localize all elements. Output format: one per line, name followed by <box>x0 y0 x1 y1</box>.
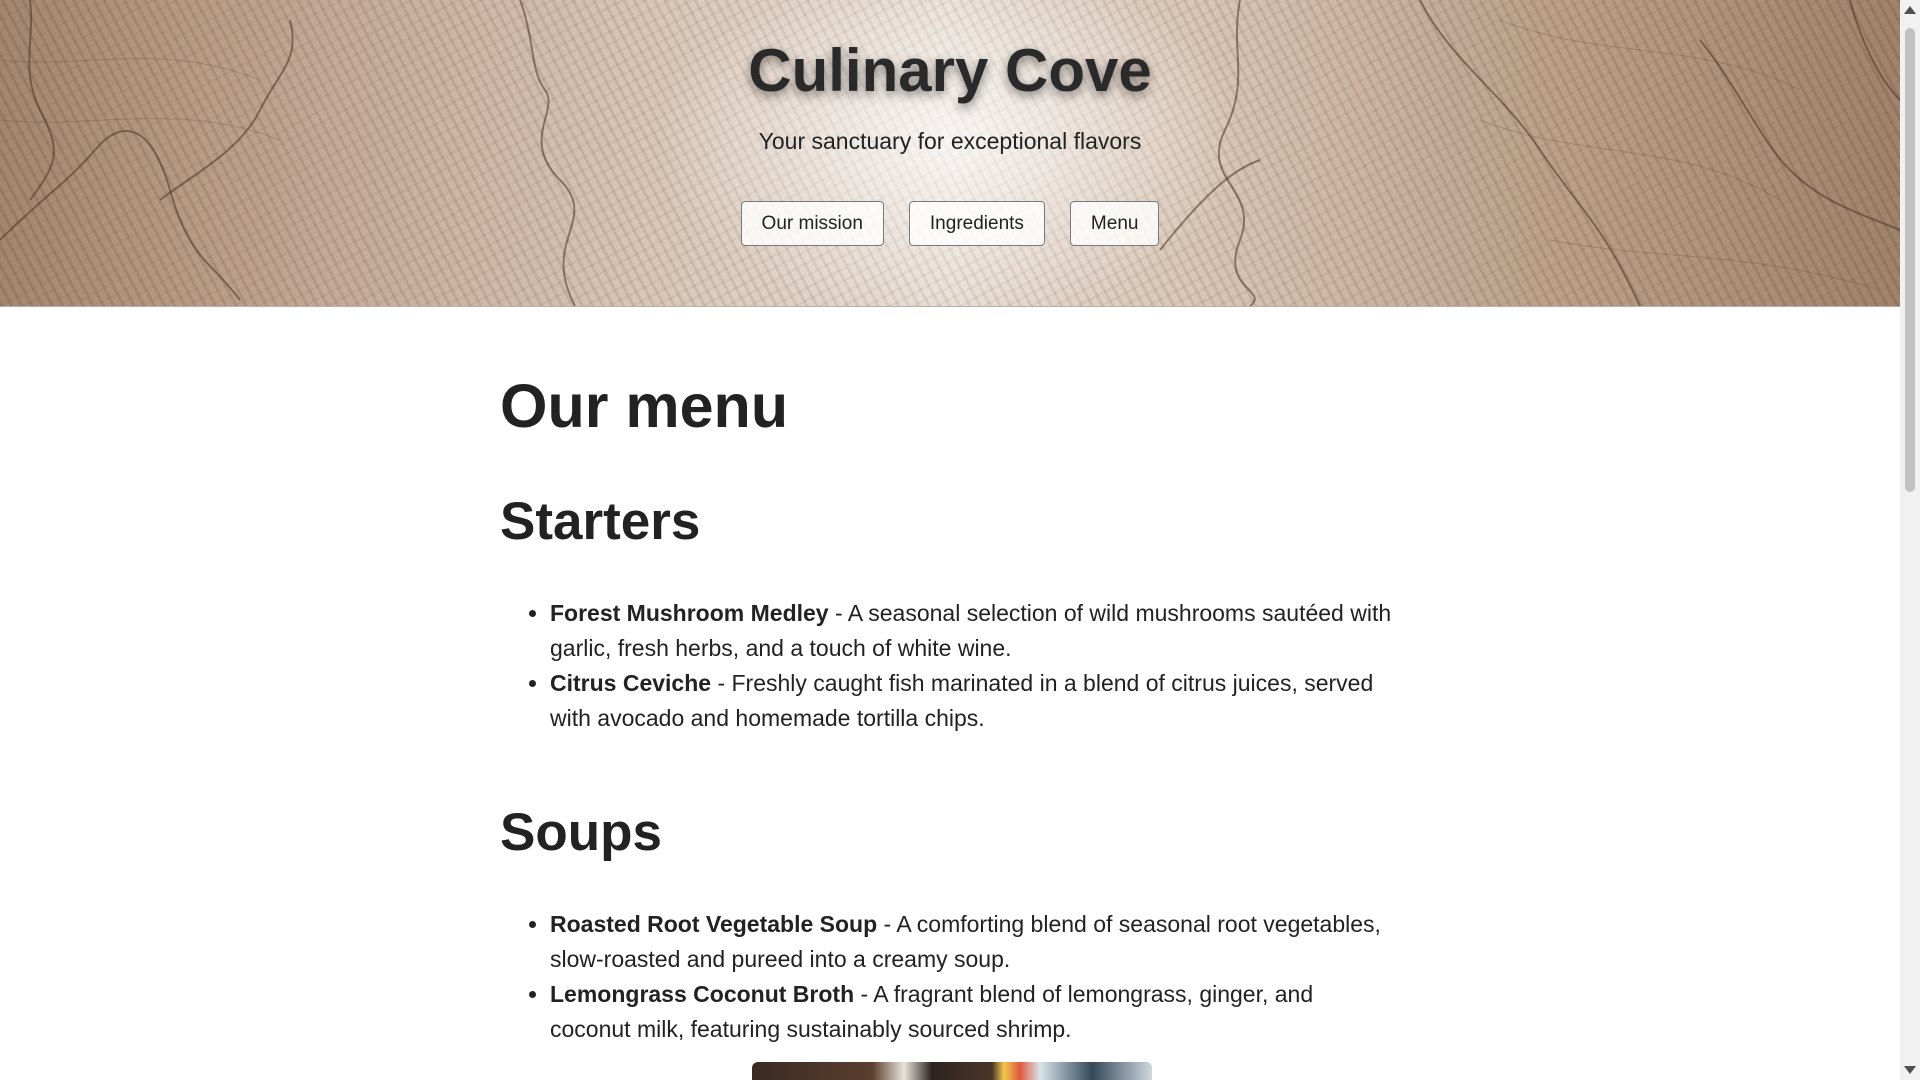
menu-item: Lemongrass Coconut Broth - A fragrant bl… <box>550 977 1400 1047</box>
menu-item: Forest Mushroom Medley - A seasonal sele… <box>550 596 1400 666</box>
scroll-down-arrow-icon[interactable] <box>1904 1066 1916 1074</box>
nav-button-menu[interactable]: Menu <box>1069 201 1160 246</box>
site-tagline: Your sanctuary for exceptional flavors <box>758 128 1142 154</box>
main-content: Our menu Starters Forest Mushroom Medley… <box>500 306 1400 1047</box>
menu-item-name: Citrus Ceviche <box>550 670 712 696</box>
menu-item-name: Roasted Root Vegetable Soup <box>550 911 878 937</box>
vertical-scrollbar[interactable] <box>1900 0 1920 1080</box>
nav-button-our-mission[interactable]: Our mission <box>740 201 884 246</box>
main-nav: Our mission Ingredients Menu <box>0 201 1900 246</box>
menu-item: Roasted Root Vegetable Soup - A comforti… <box>550 907 1400 977</box>
site-title: Culinary Cove <box>748 37 1152 104</box>
page-heading: Our menu <box>500 372 789 440</box>
menu-item: Citrus Ceviche - Freshly caught fish mar… <box>550 666 1400 736</box>
dish-photo <box>752 1062 1152 1080</box>
scrollbar-thumb[interactable] <box>1905 28 1915 492</box>
scroll-up-arrow-icon[interactable] <box>1904 6 1916 14</box>
starters-list: Forest Mushroom Medley - A seasonal sele… <box>500 596 1400 736</box>
nav-button-ingredients[interactable]: Ingredients <box>908 201 1045 246</box>
menu-section-starters: Starters Forest Mushroom Medley - A seas… <box>500 495 1400 736</box>
menu-item-name: Forest Mushroom Medley <box>550 600 829 626</box>
menu-item-name: Lemongrass Coconut Broth <box>550 981 855 1007</box>
hero-header: Culinary Cove Your sanctuary for excepti… <box>0 0 1900 307</box>
section-title-soups: Soups <box>500 803 662 862</box>
soups-list: Roasted Root Vegetable Soup - A comforti… <box>500 907 1400 1047</box>
section-title-starters: Starters <box>500 492 701 551</box>
menu-section-soups: Soups Roasted Root Vegetable Soup - A co… <box>500 806 1400 1047</box>
page: Culinary Cove Your sanctuary for excepti… <box>0 0 1920 1080</box>
